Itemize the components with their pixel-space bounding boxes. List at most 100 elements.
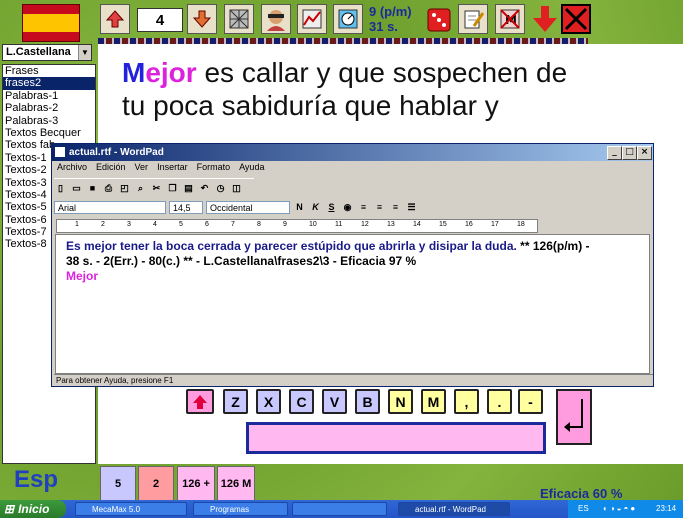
list-item[interactable]: Palabras-3 — [3, 115, 95, 127]
bullets-icon[interactable]: ☰ — [405, 201, 418, 214]
ruler-mark: 9 — [283, 221, 287, 228]
underline-button[interactable]: S — [325, 201, 338, 214]
key-1[interactable]: X — [256, 389, 281, 414]
ruler[interactable]: 1 2 3 4 5 6 7 8 9 10 11 12 13 14 15 16 17 18 — [56, 219, 538, 233]
wordpad-icon — [55, 147, 65, 158]
list-item[interactable]: Palabras-1 — [3, 90, 95, 102]
notepad-pencil-icon — [464, 10, 484, 29]
lesson-counter: 4 — [137, 8, 183, 32]
taskbar-item-printer[interactable] — [292, 502, 387, 516]
menu-item[interactable]: Ver — [135, 162, 149, 172]
stopwatch-button[interactable] — [333, 4, 363, 34]
font-size-select[interactable]: 14,5 — [169, 200, 203, 214]
practice-text: Mejor es callar y que sospechen de tu po… — [122, 56, 667, 122]
up-arrow-button[interactable] — [100, 4, 130, 34]
wordpad-statusbar: Para obtener Ayuda, presione F1 — [54, 374, 653, 387]
typing-input[interactable] — [246, 422, 546, 454]
list-item[interactable]: Palabras-2 — [3, 102, 95, 114]
list-item[interactable]: Textos Becquer — [3, 127, 95, 139]
menu-item[interactable]: Archivo — [57, 162, 87, 172]
close-button[interactable]: × — [637, 146, 652, 160]
cut-icon[interactable]: ✂ — [150, 182, 163, 195]
exit-button[interactable] — [561, 4, 591, 34]
minimize-button[interactable]: _ — [607, 146, 622, 160]
key-9[interactable]: - — [518, 389, 543, 414]
start-button[interactable]: ⊞ Inicio — [0, 500, 66, 518]
language-indicator[interactable]: ES — [578, 500, 589, 518]
italic-button[interactable]: K — [309, 201, 322, 214]
efficacy-label: Eficacia 60 % — [540, 486, 623, 501]
wordpad-title: actual.rtf - WordPad — [69, 147, 164, 158]
paste-icon[interactable]: ▤ — [182, 182, 195, 195]
list-item[interactable]: frases2 — [3, 77, 95, 90]
save-icon[interactable]: ■ — [86, 182, 99, 195]
wordpad-titlebar[interactable]: actual.rtf - WordPad _ □ × — [52, 144, 653, 161]
align-left-icon[interactable]: ≡ — [357, 201, 370, 214]
typed-text: M — [122, 57, 146, 88]
wordpad-window[interactable]: actual.rtf - WordPad _ □ × Archivo Edició… — [51, 143, 654, 387]
undo-icon[interactable]: ↶ — [198, 182, 211, 195]
wordpad-standard-toolbar: ▯ ▭ ■ ⎙ ◰ ⌕ ✂ ❐ ▤ ↶ ◷ ◫ — [54, 178, 254, 197]
align-right-icon[interactable]: ≡ — [389, 201, 402, 214]
list-item[interactable]: Frases — [3, 65, 95, 77]
enter-key[interactable] — [556, 389, 592, 445]
doc-line-2: 38 s. - 2(Err.) - 80(c.) ** - L.Castella… — [66, 254, 417, 268]
language-select[interactable]: L.Castellana ▼ — [2, 44, 92, 61]
taskbar-item-mecamax[interactable]: MecaMax 5.0 — [75, 502, 187, 516]
taskbar-item-wordpad[interactable]: actual.rtf - WordPad — [398, 502, 510, 516]
key-6[interactable]: M — [421, 389, 446, 414]
down-red-button[interactable] — [530, 4, 560, 34]
keyboard-pattern-button[interactable] — [224, 4, 254, 34]
print-icon[interactable]: ⎙ — [102, 182, 115, 195]
shift-up-icon — [193, 394, 207, 409]
spain-flag-icon[interactable] — [22, 4, 80, 42]
correct-count: 5 — [100, 466, 136, 502]
chart-button[interactable] — [297, 4, 327, 34]
chevron-down-icon[interactable]: ▼ — [78, 45, 91, 60]
edit-notes-button[interactable] — [458, 4, 488, 34]
new-doc-icon[interactable]: ▯ — [54, 182, 67, 195]
dice-button[interactable] — [425, 4, 455, 34]
ruler-mark: 2 — [101, 221, 105, 228]
taskbar-item-programas[interactable]: Programas — [193, 502, 288, 516]
speed-plus: 126 + — [177, 466, 215, 502]
ruler-mark: 4 — [153, 221, 157, 228]
insert-object-icon[interactable]: ◫ — [230, 182, 243, 195]
music-off-button[interactable]: M — [495, 4, 525, 34]
maximize-button[interactable]: □ — [622, 146, 637, 160]
key-4[interactable]: B — [355, 389, 380, 414]
ruler-mark: 6 — [205, 221, 209, 228]
menu-item[interactable]: Formato — [197, 162, 231, 172]
key-3[interactable]: V — [322, 389, 347, 414]
print-preview-icon[interactable]: ◰ — [118, 182, 131, 195]
bold-button[interactable]: N — [293, 201, 306, 214]
practice-line-1-rest: es callar y que sospechen de — [196, 57, 568, 88]
doc-stats: ** 126(p/m) - — [516, 239, 590, 253]
key-2[interactable]: C — [289, 389, 314, 414]
menu-item[interactable]: Ayuda — [239, 162, 264, 172]
ruler-mark: 15 — [439, 221, 447, 228]
speed-seconds: 31 s. — [369, 19, 398, 34]
datetime-icon[interactable]: ◷ — [214, 182, 227, 195]
key-5[interactable]: N — [388, 389, 413, 414]
tray-icons[interactable]: ◐◑◒◓● — [603, 500, 637, 518]
shift-key[interactable] — [186, 389, 214, 414]
key-0[interactable]: Z — [223, 389, 248, 414]
align-center-icon[interactable]: ≡ — [373, 201, 386, 214]
wordpad-document[interactable]: Es mejor tener la boca cerrada y parecer… — [55, 234, 650, 374]
script-select[interactable]: Occidental — [206, 200, 290, 214]
pattern-icon — [229, 9, 249, 29]
color-icon[interactable]: ◉ — [341, 201, 354, 214]
open-folder-icon[interactable]: ▭ — [70, 182, 83, 195]
teacher-avatar-button[interactable] — [261, 4, 291, 34]
key-8[interactable]: . — [487, 389, 512, 414]
key-7[interactable]: , — [454, 389, 479, 414]
menu-item[interactable]: Edición — [96, 162, 126, 172]
ruler-mark: 3 — [127, 221, 131, 228]
copy-icon[interactable]: ❐ — [166, 182, 179, 195]
menu-item[interactable]: Insertar — [157, 162, 188, 172]
find-icon[interactable]: ⌕ — [134, 182, 147, 195]
font-select[interactable]: Arial — [54, 200, 166, 214]
progress-stripe — [98, 38, 588, 44]
down-arrow-button[interactable] — [187, 4, 217, 34]
